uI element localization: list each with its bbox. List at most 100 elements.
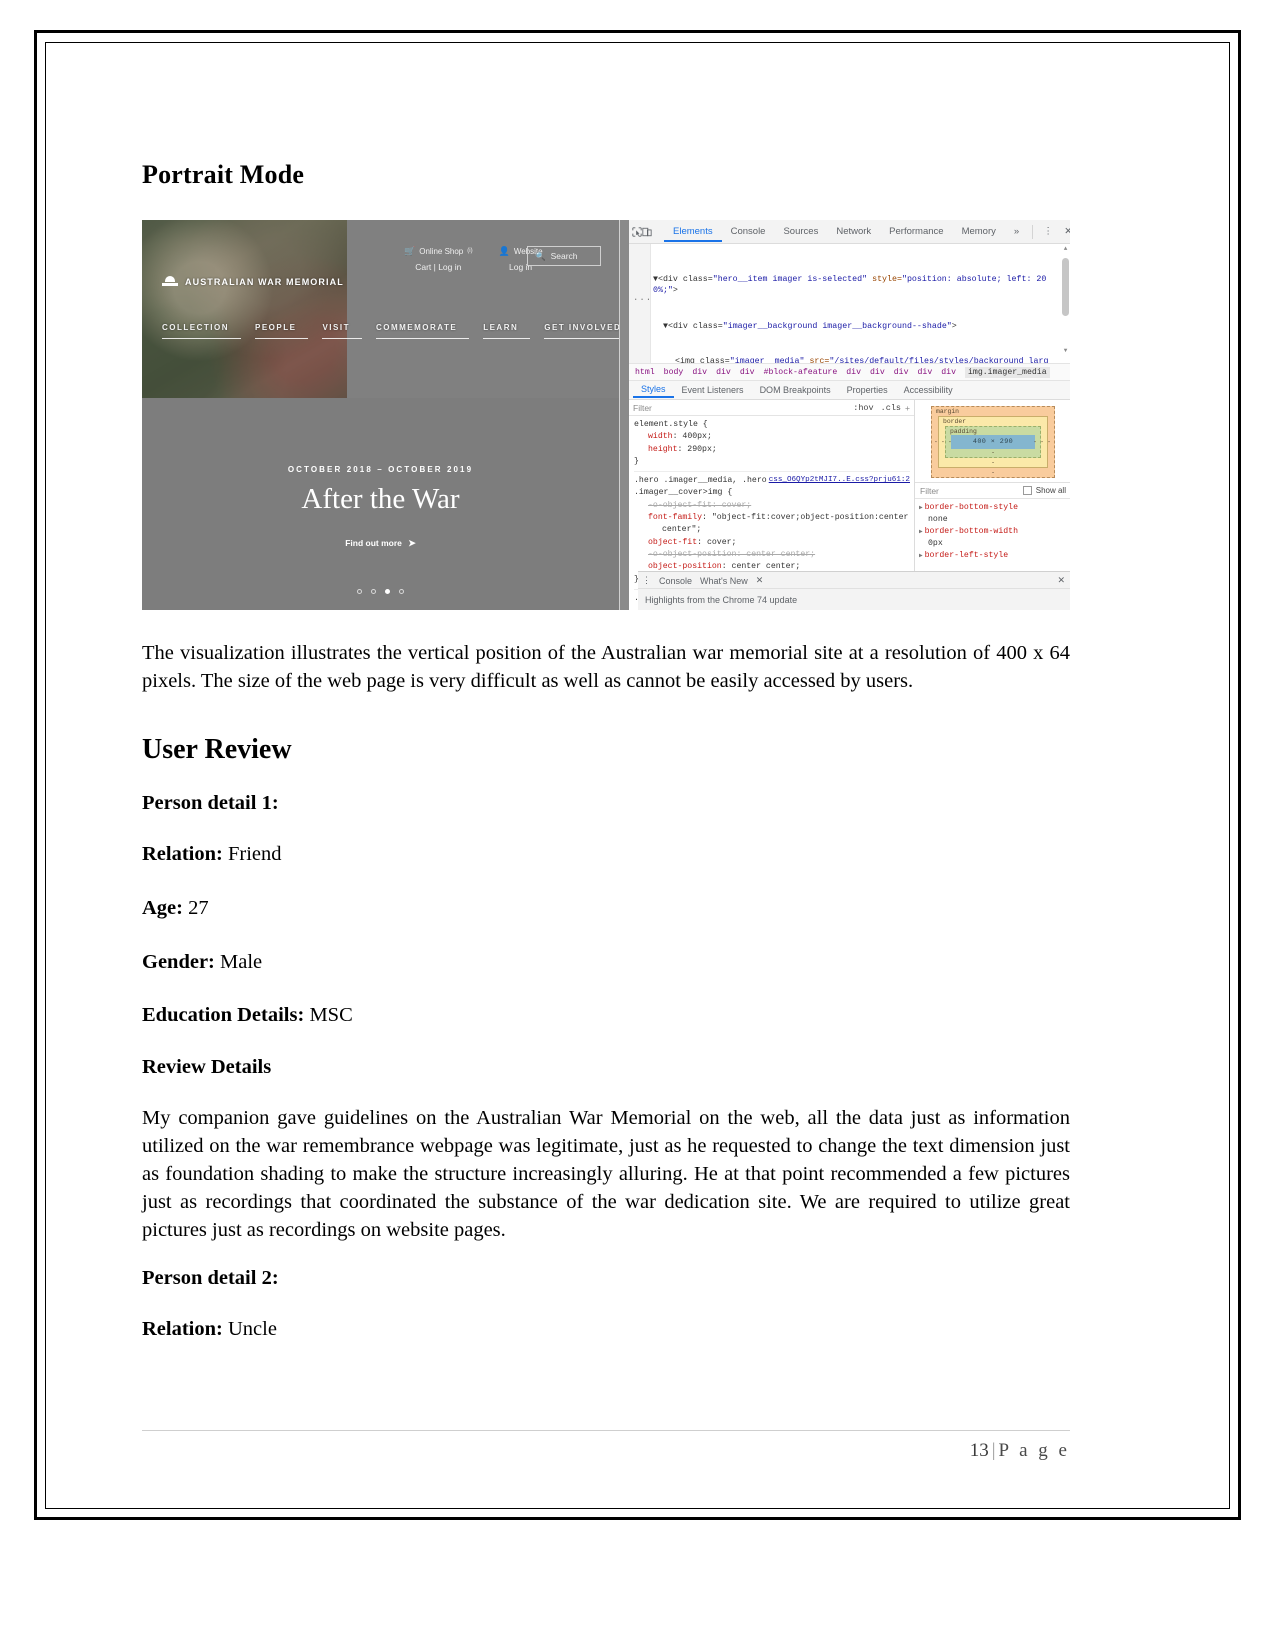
css-decl-1-4-value: : center center; (736, 549, 816, 559)
dom-line-1[interactable]: ▼<div class="hero__item imager is-select… (653, 274, 1057, 298)
cls-toggle[interactable]: .cls (881, 403, 901, 413)
subtab-accessibility[interactable]: Accessibility (896, 383, 961, 398)
carousel-dot-2[interactable] (371, 589, 376, 594)
css-selector-0[interactable]: element.style { (634, 419, 910, 431)
hero-cta-button[interactable]: Find out more ➤ (142, 538, 619, 549)
drawer-more-options-icon[interactable]: ⋮ (642, 575, 651, 586)
site-utility-nav: 🛒 Online Shop (i) Cart | Log in 👤 Websit… (404, 244, 543, 275)
expand-icon-2[interactable]: ▶ (919, 528, 923, 535)
more-options-icon[interactable]: ⋮ (1039, 223, 1057, 241)
subtab-styles[interactable]: Styles (633, 382, 674, 398)
tab-sources[interactable]: Sources (774, 222, 827, 242)
breadcrumb-div-3[interactable]: div (740, 368, 755, 377)
tabs-overflow-icon[interactable]: » (1005, 222, 1028, 242)
css-decl-1-0-value: : cover; (711, 500, 752, 510)
computed-prop-0-name: border-bottom-style (924, 503, 1018, 512)
gender-row: Gender: Male (142, 949, 1070, 977)
computed-prop-border-bottom-style[interactable]: ▶ border-bottom-style (919, 502, 1067, 514)
relation-label-2: Relation: (142, 1317, 223, 1340)
user-icon: 👤 (498, 246, 510, 257)
dom-scrollbar[interactable]: ▲ ▼ (1062, 246, 1069, 354)
inspect-element-icon[interactable] (632, 223, 642, 241)
hero-cta-label: Find out more (345, 538, 402, 548)
breadcrumb-div-5[interactable]: div (870, 368, 885, 377)
hero-photo (142, 220, 347, 398)
scroll-thumb[interactable] (1062, 258, 1069, 316)
breadcrumb-img-imager-media[interactable]: img.imager_media (965, 366, 1050, 378)
utility-online-shop[interactable]: 🛒 Online Shop (i) Cart | Log in (404, 244, 473, 275)
breadcrumb-div-1[interactable]: div (692, 368, 707, 377)
nav-item-collection[interactable]: COLLECTION (162, 323, 241, 339)
dom-l1-b: "hero__item imager is-selected" (712, 274, 868, 284)
breadcrumb-body[interactable]: body (664, 368, 684, 377)
tab-memory[interactable]: Memory (953, 222, 1005, 242)
breadcrumb-div-7[interactable]: div (918, 368, 933, 377)
hero-section: OCTOBER 2018 – OCTOBER 2019 After the Wa… (142, 398, 619, 610)
close-icon[interactable]: ✕ (1059, 223, 1070, 241)
box-model-padding[interactable]: padding - - - 400 × 290 (945, 426, 1041, 458)
css-decl-0-1[interactable]: height: 290px; (634, 444, 910, 456)
styles-filter-input[interactable]: Filter (633, 403, 853, 413)
tab-console[interactable]: Console (722, 222, 775, 242)
age-row: Age: 27 (142, 895, 1070, 923)
expand-icon-1[interactable]: ▶ (919, 504, 923, 511)
border-bottom-value[interactable]: - (991, 459, 995, 466)
tab-performance[interactable]: Performance (880, 222, 952, 242)
css-decl-0-0[interactable]: width: 400px; (634, 431, 910, 443)
scroll-up-icon[interactable]: ▲ (1062, 246, 1069, 252)
expand-icon-3[interactable]: ▶ (919, 552, 923, 559)
drawer-tab-close-icon[interactable]: ✕ (756, 575, 764, 586)
padding-bottom-value[interactable]: - (991, 449, 995, 456)
breadcrumb-html[interactable]: html (635, 368, 655, 377)
document-page: Portrait Mode AUSTRALIAN WAR MEMORIAL 🛒 … (0, 0, 1275, 1651)
tab-elements[interactable]: Elements (664, 222, 722, 242)
dom-l3-b: "imager__media" (729, 357, 805, 364)
scroll-down-icon[interactable]: ▼ (1062, 348, 1069, 354)
carousel-dot-4[interactable] (399, 589, 404, 594)
nav-item-people[interactable]: PEOPLE (255, 323, 309, 339)
drawer-close-icon[interactable]: ✕ (1057, 575, 1070, 586)
plus-icon[interactable]: + (905, 403, 910, 413)
website-preview: AUSTRALIAN WAR MEMORIAL 🛒 Online Shop (i… (142, 220, 619, 610)
css-decl-1-0[interactable]: -o-object-fit: cover; (634, 500, 910, 512)
computed-prop-border-left-style[interactable]: ▶ border-left-style (919, 550, 1067, 562)
nav-item-learn[interactable]: LEARN (483, 323, 531, 339)
box-model-margin[interactable]: margin - - - border - - - padding - - - … (931, 406, 1055, 478)
subtab-dom-breakpoints[interactable]: DOM Breakpoints (752, 383, 839, 398)
hov-toggle[interactable]: :hov (853, 403, 873, 413)
tab-network[interactable]: Network (827, 222, 880, 242)
padding-right-value[interactable]: - (1033, 439, 1037, 446)
dom-line-3[interactable]: <img class="imager__media" src="/sites/d… (653, 356, 1057, 364)
utility-shop-links[interactable]: Cart | Log in (404, 259, 473, 275)
subtab-properties[interactable]: Properties (839, 383, 896, 398)
site-search-box[interactable]: 🔍 Search (527, 246, 601, 266)
nav-item-commemorate[interactable]: COMMEMORATE (375, 323, 470, 339)
breadcrumb-div-8[interactable]: div (941, 368, 956, 377)
breadcrumb-div-2[interactable]: div (716, 368, 731, 377)
breadcrumb-div-4[interactable]: div (846, 368, 861, 377)
carousel-dot-1[interactable] (357, 589, 362, 594)
nav-item-get-involved[interactable]: GET INVOLVED (544, 323, 619, 339)
nav-item-visit[interactable]: VISIT (322, 323, 362, 339)
margin-bottom-value[interactable]: - (991, 469, 995, 476)
box-model-border[interactable]: border - - - padding - - - 400 × 290 (938, 416, 1048, 468)
css-decl-1-3[interactable]: object-fit: cover; (634, 537, 910, 549)
computed-prop-border-bottom-width[interactable]: ▶ border-bottom-width (919, 526, 1067, 538)
drawer-tab-whats-new[interactable]: What's New (700, 576, 748, 586)
padding-left-value[interactable]: - (948, 439, 952, 446)
carousel-dot-3[interactable] (385, 589, 390, 594)
device-toolbar-icon[interactable] (642, 223, 652, 241)
search-icon: 🔍 (535, 250, 546, 261)
css-source-1[interactable]: css_O6QYp2tMJI7..E.css?prju61:2 (769, 475, 910, 486)
show-all-checkbox[interactable] (1022, 486, 1032, 495)
breadcrumb-div-6[interactable]: div (894, 368, 909, 377)
css-decl-1-4[interactable]: -o-object-position: center center; (634, 549, 910, 561)
computed-filter-input[interactable]: Filter (920, 486, 1019, 496)
css-decl-1-1[interactable]: font-family: "object-fit:cover;object-po… (634, 512, 910, 524)
dom-line-2[interactable]: ▼<div class="imager__background imager__… (653, 321, 1057, 333)
drawer-tab-console[interactable]: Console (659, 576, 692, 586)
subtab-event-listeners[interactable]: Event Listeners (674, 383, 752, 398)
site-logo[interactable]: AUSTRALIAN WAR MEMORIAL (162, 276, 344, 287)
breadcrumb-block-afeature[interactable]: #block-afeature (764, 368, 838, 377)
box-model-content-size[interactable]: 400 × 290 (951, 435, 1035, 449)
